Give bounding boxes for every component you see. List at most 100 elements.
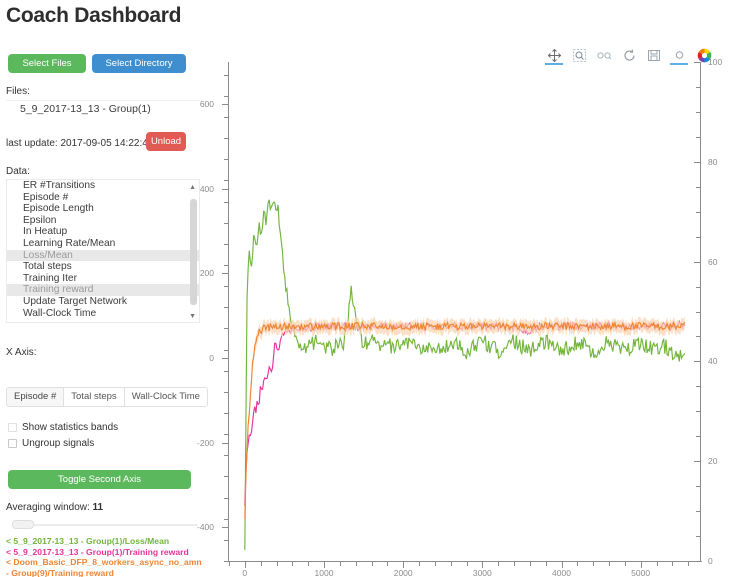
ungroup-signals-row[interactable]: Ungroup signals [8, 438, 94, 449]
averaging-window-label: Averaging window: [6, 502, 90, 513]
data-signal-item[interactable]: Episode Length [7, 203, 199, 215]
y-axis-right-minor-tick [696, 87, 700, 88]
data-signal-item[interactable]: Learning Rate/Mean [7, 238, 199, 250]
y-axis-left-minor-tick [224, 286, 228, 288]
y-axis-left-tick-label: -400 [196, 522, 214, 533]
y-axis-left-minor-tick [224, 95, 228, 97]
y-axis-left-minor-tick [224, 74, 228, 76]
files-label: Files: [6, 86, 30, 97]
data-signal-item[interactable]: Training Iter [7, 273, 199, 285]
data-signal-item[interactable]: Episode # [7, 192, 199, 204]
y-axis-left-tick [222, 273, 228, 275]
toggle-second-axis-button[interactable]: Toggle Second Axis [8, 470, 191, 489]
x-axis-minor-tick [577, 562, 579, 566]
x-axis-tick-label: 1000 [314, 568, 334, 577]
data-label: Data: [6, 166, 30, 177]
y-axis-left-minor-tick [224, 201, 228, 203]
y-axis-left-minor-tick [224, 307, 228, 309]
show-statistics-bands-row[interactable]: Show statistics bands [8, 422, 118, 433]
chart-region: -400 -200 0 200 400 600 0 20 40 60 80 100 0 1000 2000 3… [197, 40, 740, 577]
y-axis-left-minor-tick [224, 539, 228, 541]
scroll-down-icon[interactable]: ▼ [189, 313, 196, 320]
x-axis-minor-tick [672, 562, 674, 566]
signal-legend: < 5_9_2017-13_13 - Group(1)/Loss/Mean < 5… [6, 536, 206, 577]
slider-handle[interactable] [12, 520, 34, 529]
y-axis-left-minor-tick [224, 265, 228, 266]
y-axis-left-minor-tick [224, 434, 228, 436]
x-axis-tick-label: 0 [242, 568, 248, 577]
plot-area[interactable]: -400 -200 0 200 400 600 0 20 40 60 80 100 0 1000 2000 3… [197, 57, 722, 577]
x-axis-option-wall-clock-time[interactable]: Wall-Clock Time [124, 388, 207, 406]
plot-frame: -400 -200 0 200 400 600 0 20 40 60 80 100 0 1000 2000 3… [197, 57, 722, 577]
y-axis-left-minor-tick [224, 328, 228, 330]
y-axis-left-minor-tick [224, 138, 228, 140]
y-axis-right-minor-tick [696, 436, 700, 438]
data-signal-item[interactable]: Update Target Network [7, 296, 199, 308]
averaging-window-slider[interactable] [8, 520, 198, 530]
y-axis-left-tick-label: 200 [199, 268, 214, 279]
y-axis-right-tick [694, 461, 700, 463]
select-files-button[interactable]: Select Files [8, 54, 86, 73]
ungroup-signals-checkbox[interactable] [8, 439, 17, 448]
slider-track[interactable] [26, 524, 198, 526]
x-axis-minor-tick [498, 562, 500, 566]
data-signal-item[interactable]: Training reward [7, 284, 199, 296]
data-signal-item[interactable]: ER #Transitions [7, 180, 199, 192]
select-directory-button[interactable]: Select Directory [92, 54, 186, 73]
y-axis-right-tick-label: 80 [708, 156, 718, 167]
y-axis-right-minor-tick [696, 286, 700, 288]
x-axis-button-group: Episode # Total steps Wall-Clock Time [6, 387, 208, 407]
legend-entry[interactable]: < 5_9_2017-13_13 - Group(1)/Training rew… [6, 547, 206, 558]
legend-entry[interactable]: < 5_9_2017-13_13 - Group(1)/Loss/Mean [6, 536, 206, 547]
y-axis-right-tick-label: 40 [708, 356, 718, 367]
show-statistics-bands-label: Show statistics bands [22, 422, 119, 433]
show-statistics-bands-checkbox[interactable] [8, 423, 17, 432]
averaging-window-value: 11 [92, 502, 104, 513]
y-axis-right-tick-label: 60 [708, 256, 718, 267]
y-axis-right-minor-tick [696, 211, 700, 213]
data-signal-item[interactable]: Wall-Clock Time [7, 308, 199, 320]
y-axis-right-tick-label: 100 [708, 57, 723, 67]
x-axis-minor-tick [387, 562, 389, 566]
x-axis-tick-label: 4000 [552, 568, 571, 577]
x-axis-option-episode[interactable]: Episode # [7, 388, 65, 406]
last-update-text: last update: 2017-09-05 14:22:48 [6, 138, 154, 149]
x-axis-minor-tick [450, 562, 452, 566]
y-axis-right-tick [694, 261, 700, 263]
file-list-item[interactable]: 5_9_2017-13_13 - Group(1) [20, 103, 151, 115]
data-list-scroll-thumb[interactable] [190, 199, 197, 305]
page-title: Coach Dashboard [6, 4, 182, 27]
y-axis-left-minor-tick [224, 413, 228, 414]
data-signal-item[interactable]: Epsilon [7, 215, 199, 227]
data-signal-item[interactable]: Total steps [7, 261, 199, 273]
y-axis-right-minor-tick [696, 186, 700, 188]
x-axis-minor-tick [688, 562, 690, 566]
x-axis-minor-tick [545, 562, 547, 566]
x-axis-minor-tick [371, 562, 373, 566]
unload-button[interactable]: Unload [146, 132, 186, 151]
y-axis-right-tick [694, 161, 700, 163]
data-signal-item[interactable]: Loss/Mean [7, 249, 199, 262]
data-signal-item[interactable]: In Heatup [7, 226, 199, 238]
x-axis-minor-tick [624, 562, 626, 566]
x-axis-tick-label: 5000 [631, 568, 651, 577]
data-signal-list-items: ER #Transitions Episode # Episode Length Ep… [7, 180, 199, 319]
y-axis-right-minor-tick [696, 386, 700, 388]
x-axis-minor-tick [355, 562, 357, 566]
x-axis-minor-tick [292, 562, 294, 566]
y-axis-left-minor-tick [224, 349, 228, 351]
y-axis-right-minor-tick [696, 536, 700, 538]
x-axis-minor-tick [339, 562, 341, 566]
y-axis-left-minor-tick [224, 117, 228, 118]
x-axis-minor-tick [609, 562, 610, 566]
x-axis-minor-tick [656, 562, 658, 566]
y-axis-left-tick-label: 0 [209, 353, 214, 363]
y-axis-left-minor-tick [224, 222, 228, 224]
y-axis-right-minor-tick [696, 411, 700, 413]
x-axis-option-total-steps[interactable]: Total steps [64, 388, 125, 406]
legend-entry[interactable]: < Doom_Basic_DFP_8_workers_async_no_amn … [6, 557, 206, 577]
series-line [244, 319, 686, 506]
data-signal-list[interactable]: ER #Transitions Episode # Episode Length Ep… [6, 179, 200, 323]
y-axis-right-minor-tick [696, 511, 700, 513]
y-axis-left-tick-label: 600 [199, 99, 214, 110]
